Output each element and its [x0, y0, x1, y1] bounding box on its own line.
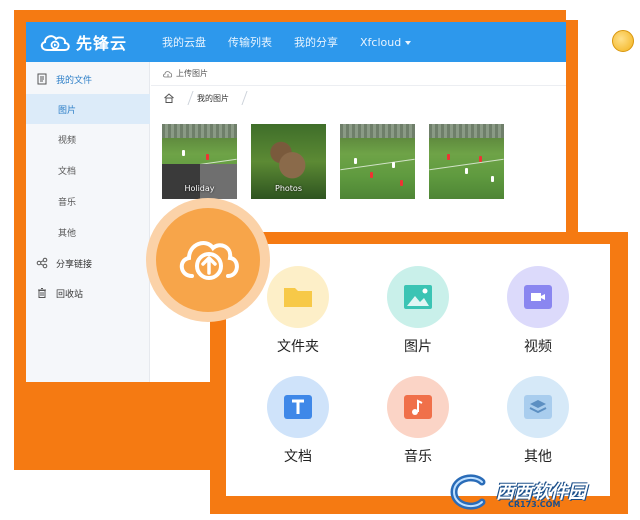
thumbnail-player — [354, 158, 357, 164]
sidebar-item-music[interactable]: 音乐 — [26, 186, 150, 216]
thumbnail-holiday[interactable]: Holiday — [162, 124, 237, 199]
sidebar-item-my-files[interactable]: 我的文件 — [26, 64, 150, 94]
music-icon — [404, 395, 432, 419]
thumbnail-photos[interactable]: Photos — [251, 124, 326, 199]
video-icon — [524, 285, 552, 309]
thumbnail-player — [479, 156, 482, 162]
breadcrumb: 我的图片 — [151, 86, 566, 110]
type-other[interactable]: 其他 — [488, 376, 588, 466]
nav-transfers[interactable]: 传输列表 — [228, 34, 272, 50]
thumbnail-label: Photos — [275, 184, 302, 193]
type-document[interactable]: 文档 — [248, 376, 348, 466]
app-logo-text: 先锋云 — [76, 34, 128, 53]
thumbnail-player — [370, 172, 373, 178]
sidebar-item-trash[interactable]: 回收站 — [26, 278, 150, 308]
text-icon — [284, 395, 312, 419]
sidebar: 我的文件 图片 视频 文档 音乐 其他 分享链接 回收站 — [26, 62, 150, 382]
thumbnail-label: Holiday — [184, 184, 215, 193]
layers-icon — [524, 395, 552, 419]
type-label: 视频 — [524, 339, 552, 355]
promo-stage: 先锋云 我的云盘 传输列表 我的分享 Xfcloud 我的文件 图片 视频 文档 — [0, 0, 640, 520]
sidebar-item-label: 文档 — [58, 166, 77, 177]
watermark-logo: 西西软件园 CR173.COM — [444, 472, 620, 512]
watermark-c-icon — [450, 474, 486, 510]
thumbnail-player — [400, 180, 403, 186]
type-music-circle — [387, 376, 449, 438]
thumbnail-player — [182, 150, 185, 156]
sidebar-item-images[interactable]: 图片 — [26, 94, 150, 124]
thumbnail-player — [392, 162, 395, 168]
image-icon — [404, 285, 432, 309]
thumbnail-player — [447, 154, 450, 160]
type-image-circle — [387, 266, 449, 328]
sidebar-item-label: 其他 — [58, 228, 77, 239]
nav-account-dropdown[interactable]: Xfcloud — [360, 36, 411, 49]
type-video[interactable]: 视频 — [488, 266, 588, 356]
sidebar-item-label: 分享链接 — [56, 259, 93, 270]
type-label: 其他 — [524, 449, 552, 465]
upload-image-label: 上传图片 — [176, 69, 208, 78]
sidebar-item-label: 视频 — [58, 135, 77, 146]
thumbnail-soccer-1[interactable] — [340, 124, 415, 199]
upload-small-icon — [163, 70, 173, 77]
sidebar-item-other[interactable]: 其他 — [26, 217, 150, 247]
thumbnail-soccer-2[interactable] — [429, 124, 504, 199]
sidebar-item-share-links[interactable]: 分享链接 — [26, 248, 150, 278]
sidebar-item-label: 音乐 — [58, 197, 77, 208]
main-nav: 我的云盘 传输列表 我的分享 Xfcloud — [162, 22, 433, 62]
type-folder-circle — [267, 266, 329, 328]
thumbnail-player — [491, 176, 494, 182]
sidebar-item-videos[interactable]: 视频 — [26, 124, 150, 154]
nav-my-shares[interactable]: 我的分享 — [294, 34, 338, 50]
cloud-upload-icon — [179, 241, 239, 280]
type-image[interactable]: 图片 — [368, 266, 468, 356]
thumbnail-player — [465, 168, 468, 174]
nav-my-cloud[interactable]: 我的云盘 — [162, 34, 206, 50]
user-avatar[interactable] — [612, 30, 634, 52]
thumbnail-inset-dark — [162, 164, 200, 199]
upload-image-button[interactable]: 上传图片 — [163, 68, 208, 79]
type-label: 文档 — [284, 449, 312, 465]
sidebar-item-label: 回收站 — [56, 289, 84, 300]
type-music[interactable]: 音乐 — [368, 376, 468, 466]
home-icon[interactable] — [163, 92, 175, 104]
sidebar-item-label: 我的文件 — [56, 75, 93, 86]
thumbnail-player — [206, 154, 209, 160]
sidebar-item-label: 图片 — [58, 105, 77, 116]
thumbnail-inset-grey — [200, 164, 237, 199]
type-label: 图片 — [404, 339, 432, 355]
thumbnail-field-line — [340, 158, 415, 171]
type-label: 文件夹 — [277, 339, 319, 355]
upload-toolbar: 上传图片 — [151, 62, 566, 86]
upload-type-picker: 文件夹 图片 视频 文档 音乐 其他 — [226, 244, 610, 496]
breadcrumb-separator — [232, 91, 248, 105]
share-icon — [36, 257, 48, 269]
app-logo[interactable]: 先锋云 — [38, 30, 127, 54]
type-other-circle — [507, 376, 569, 438]
cloud-logo-icon — [40, 35, 70, 51]
breadcrumb-separator — [178, 91, 194, 105]
breadcrumb-current[interactable]: 我的图片 — [197, 93, 229, 104]
sidebar-item-documents[interactable]: 文档 — [26, 155, 150, 185]
thumbnail-stand — [429, 124, 504, 138]
top-navigation-bar: 先锋云 我的云盘 传输列表 我的分享 Xfcloud — [26, 22, 566, 62]
type-document-circle — [267, 376, 329, 438]
thumbnail-stand — [340, 124, 415, 138]
frame-gap — [566, 10, 578, 20]
type-video-circle — [507, 266, 569, 328]
folder-icon — [284, 288, 312, 307]
trash-icon — [38, 288, 46, 298]
file-icon — [37, 73, 47, 85]
watermark-sub: CR173.COM — [508, 500, 561, 509]
type-label: 音乐 — [404, 449, 432, 465]
thumbnail-stand — [162, 124, 237, 138]
